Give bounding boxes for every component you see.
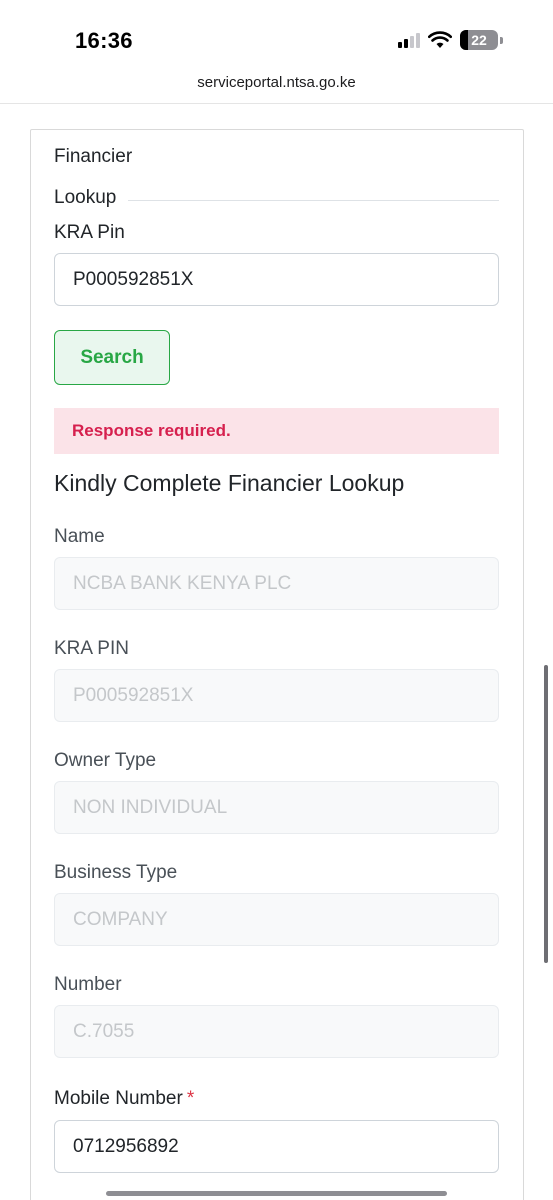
section-title: Financier: [54, 146, 133, 167]
name-label: Name: [54, 526, 105, 547]
legend-divider: [128, 200, 499, 201]
battery-icon: 22: [460, 30, 498, 50]
status-icons: 22: [398, 30, 503, 50]
battery-level: 22: [471, 32, 487, 48]
name-field: NCBA BANK KENYA PLC: [54, 557, 499, 610]
lookup-subheading: Kindly Complete Financier Lookup: [54, 470, 405, 496]
validation-alert: Response required.: [54, 408, 499, 454]
cellular-signal-icon: [398, 32, 420, 48]
home-indicator[interactable]: [106, 1191, 447, 1196]
url-bar[interactable]: serviceportal.ntsa.go.ke: [0, 74, 553, 91]
mobile-number-label: Mobile Number *: [54, 1088, 194, 1110]
kra-pin-label: KRA Pin: [54, 222, 125, 243]
fieldset-legend: Lookup: [54, 187, 117, 208]
battery-tip: [500, 36, 503, 44]
clock: 16:36: [75, 28, 133, 53]
owner-type-label: Owner Type: [54, 750, 157, 771]
wifi-icon: [428, 31, 452, 48]
business-type-field: COMPANY: [54, 893, 499, 946]
scrollbar[interactable]: [544, 665, 548, 963]
owner-type-field: NON INDIVIDUAL: [54, 781, 499, 834]
mobile-number-label-text: Mobile Number: [54, 1088, 183, 1109]
kra-pin-result-field: P000592851X: [54, 669, 499, 722]
header-divider: [0, 103, 553, 104]
mobile-number-input[interactable]: 0712956892: [54, 1120, 499, 1173]
status-bar: 16:36 22: [0, 0, 553, 70]
business-type-label: Business Type: [54, 862, 178, 883]
kra-pin-input[interactable]: P000592851X: [54, 253, 499, 306]
kra-pin-result-label: KRA PIN: [54, 638, 129, 659]
search-button[interactable]: Search: [54, 330, 170, 385]
required-marker: *: [186, 1088, 195, 1109]
number-label: Number: [54, 974, 122, 995]
number-field: C.7055: [54, 1005, 499, 1058]
